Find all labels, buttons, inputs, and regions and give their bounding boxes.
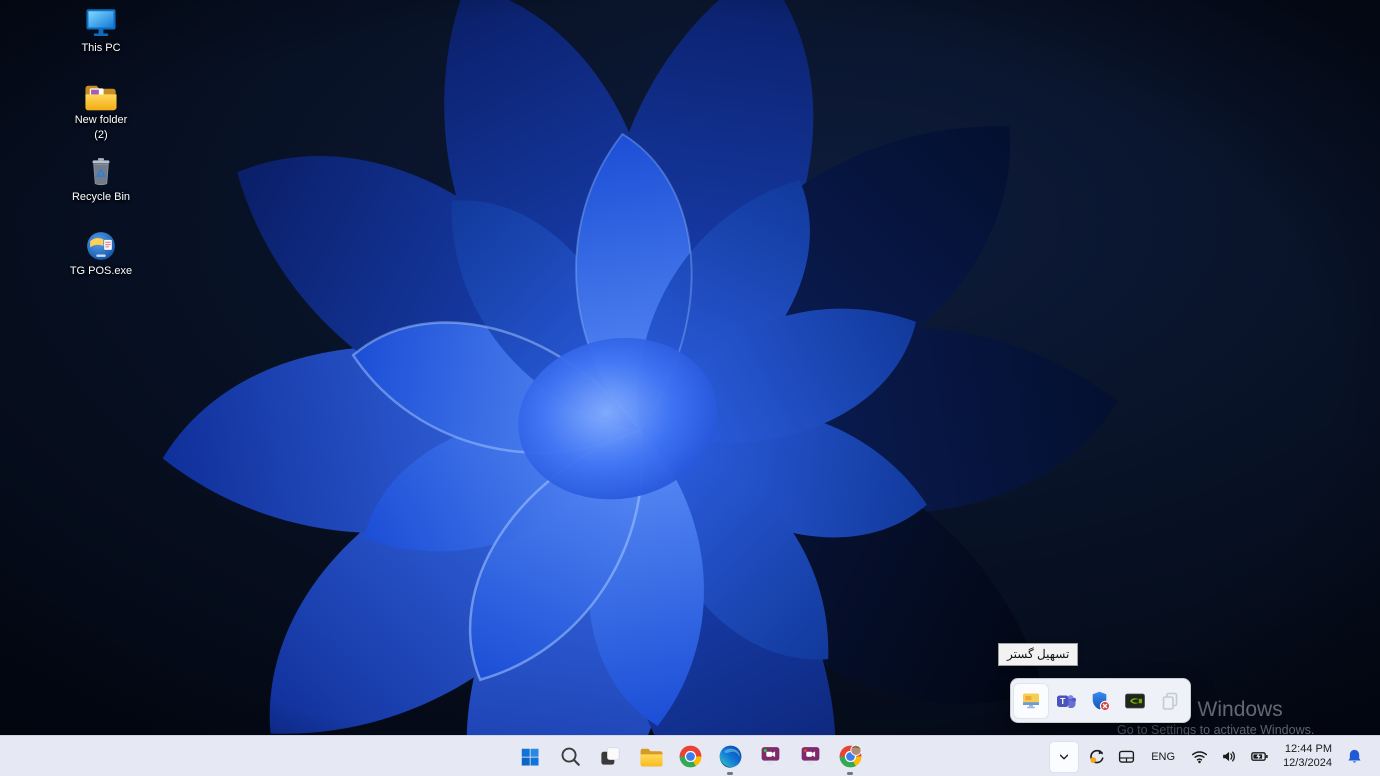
taskbar: ENG [0, 735, 1380, 776]
start-button[interactable] [510, 737, 550, 776]
wifi-icon [1191, 748, 1208, 765]
screen-recorder-green-icon [758, 744, 783, 769]
search-icon [559, 745, 582, 768]
taskbar-center-icons [510, 736, 870, 776]
desktop-icon-tg-pos-exe[interactable]: TG POS.exe [58, 229, 144, 278]
task-view-icon [599, 745, 622, 768]
screen-recorder-red-button[interactable] [790, 737, 830, 776]
chrome-button[interactable] [670, 737, 710, 776]
desktop-icon-this-pc[interactable]: This PC [58, 6, 144, 55]
flyout-nvidia-button[interactable] [1118, 684, 1152, 718]
clock-time: 12:44 PM [1283, 743, 1332, 757]
windows-bloom-wallpaper [0, 0, 1380, 735]
desktop-icon-label: New folder [75, 114, 128, 127]
clipboard-icon [1158, 689, 1182, 713]
battery-tray-button[interactable] [1248, 742, 1272, 772]
flyout-tg-pos-button[interactable] [1014, 684, 1048, 718]
desktop-icon-recycle-bin[interactable]: Recycle Bin [58, 155, 144, 204]
tray-icon-tooltip: تسهیل گستر [998, 643, 1078, 666]
tg-pos-icon [84, 229, 118, 263]
desktop-icon-label: TG POS.exe [70, 265, 132, 278]
notification-bell-icon [1346, 748, 1363, 765]
flyout-teams-button[interactable]: T [1049, 684, 1083, 718]
svg-text:T: T [1060, 696, 1066, 706]
edge-icon [718, 744, 743, 769]
wifi-tray-button[interactable] [1188, 742, 1211, 772]
screen-recorder-green-button[interactable] [750, 737, 790, 776]
sync-update-icon [1088, 748, 1105, 765]
battery-charging-icon [1251, 748, 1269, 765]
this-pc-icon [83, 6, 119, 40]
volume-icon [1221, 748, 1238, 765]
tg-pos-tray-icon [1019, 689, 1043, 713]
system-tray: ENG [1050, 736, 1380, 776]
touchpad-icon [1118, 748, 1135, 765]
windows-desktop-screen: This PC New folder (2) [0, 0, 1380, 776]
clock-date: 12/3/2024 [1283, 757, 1332, 771]
clock[interactable]: 12:44 PM 12/3/2024 [1279, 743, 1336, 770]
running-indicator [847, 772, 853, 775]
tray-overflow-flyout: T [1010, 678, 1191, 723]
edge-button[interactable] [710, 737, 750, 776]
chrome-profile-button[interactable] [830, 737, 870, 776]
chevron-down-icon [1057, 750, 1071, 764]
language-indicator[interactable]: ENG [1145, 742, 1181, 772]
search-button[interactable] [550, 737, 590, 776]
desktop-icon-new-folder-2[interactable]: New folder (2) [58, 82, 144, 142]
chrome-icon [678, 744, 703, 769]
flyout-windows-security-button[interactable] [1083, 684, 1117, 718]
task-view-button[interactable] [590, 737, 630, 776]
running-indicator [727, 772, 733, 775]
volume-tray-button[interactable] [1218, 742, 1241, 772]
windows-security-icon [1088, 689, 1112, 713]
recycle-bin-icon [84, 155, 118, 189]
desktop: This PC New folder (2) [0, 0, 1380, 735]
desktop-icon-label: Recycle Bin [72, 191, 130, 204]
nvidia-settings-icon [1123, 689, 1147, 713]
desktop-icon-label-line2: (2) [94, 129, 107, 142]
desktop-icon-label: This PC [81, 42, 120, 55]
screen-recorder-red-icon [798, 744, 823, 769]
notification-bell-button[interactable] [1343, 742, 1366, 772]
chrome-profile-icon [838, 744, 863, 769]
teams-icon: T [1054, 689, 1078, 713]
hidden-icons-chevron-button[interactable] [1050, 742, 1078, 772]
folder-icon [82, 82, 120, 112]
sync-update-tray-button[interactable] [1085, 742, 1108, 772]
file-explorer-button[interactable] [630, 737, 670, 776]
flyout-clipboard-button[interactable] [1153, 684, 1187, 718]
windows-start-icon [519, 746, 541, 768]
file-explorer-icon [638, 744, 663, 769]
touchpad-tray-button[interactable] [1115, 742, 1138, 772]
